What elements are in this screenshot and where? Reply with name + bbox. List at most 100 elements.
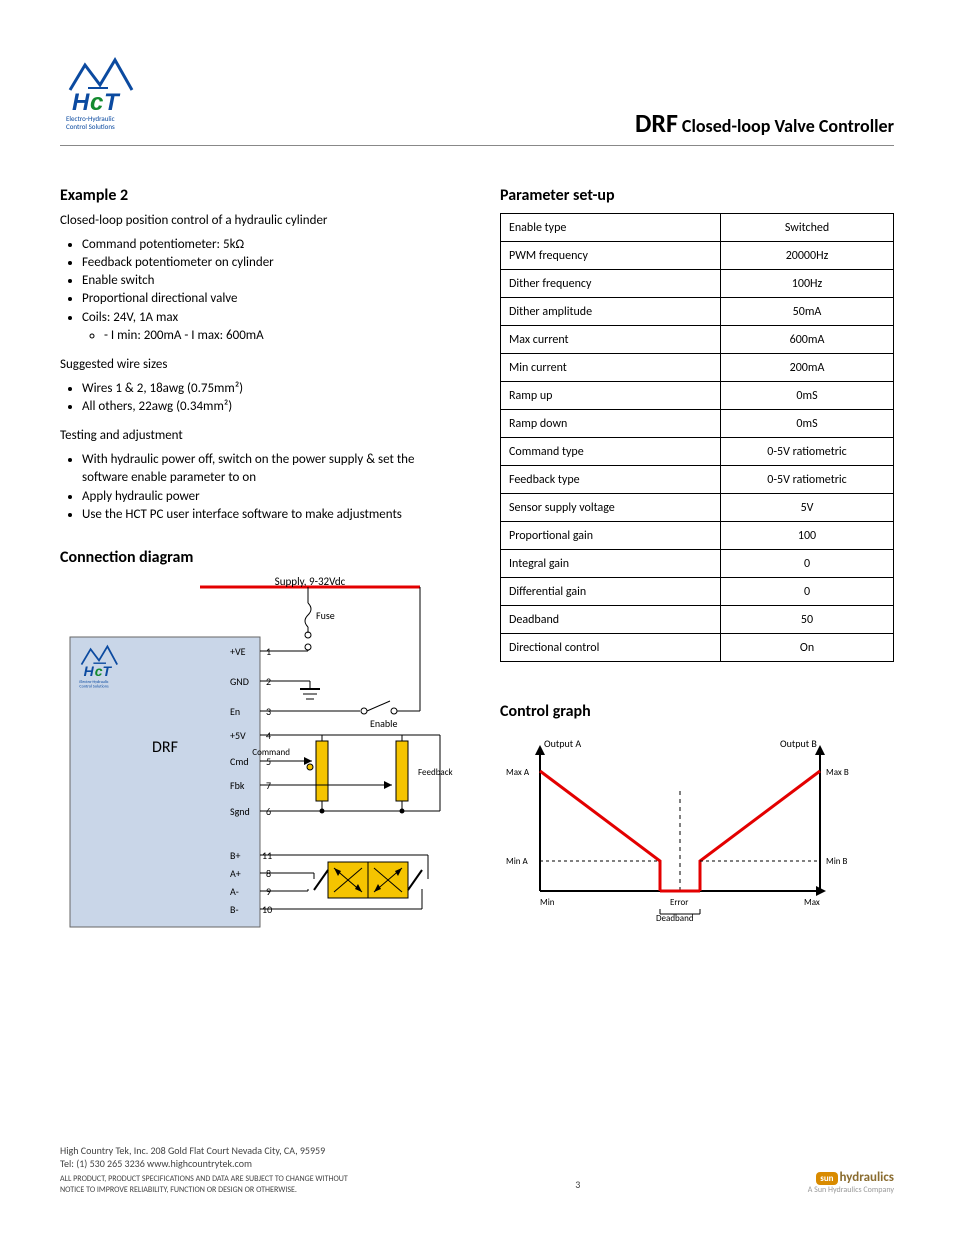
wire-sizes-title: Suggested wire sizes	[60, 357, 460, 374]
svg-text:Output B: Output B	[780, 737, 817, 750]
sun-logo: sunhydraulics A Sun Hydraulics Company	[808, 1170, 894, 1195]
table-row: PWM frequency20000Hz	[501, 242, 894, 270]
example2-list: Command potentiometer: 5kΩFeedback poten…	[60, 236, 460, 345]
logo-text: H	[72, 89, 90, 116]
svg-text:En: En	[230, 705, 240, 718]
table-cell: 50mA	[721, 298, 894, 326]
svg-text:+5V: +5V	[230, 729, 246, 742]
sun-text: hydraulics	[840, 1170, 894, 1185]
table-row: Min current200mA	[501, 354, 894, 382]
svg-text:B-: B-	[230, 903, 239, 916]
page-header: H c T Electro-Hydraulic Control Solution…	[60, 55, 894, 146]
table-cell: Min current	[501, 354, 721, 382]
table-cell: 0mS	[721, 382, 894, 410]
example2-title: Example 2	[60, 186, 460, 205]
svg-text:Min A: Min A	[506, 856, 529, 867]
table-row: Sensor supply voltage5V	[501, 494, 894, 522]
table-row: Command type0-5V ratiometric	[501, 438, 894, 466]
svg-text:DRF: DRF	[152, 738, 178, 757]
control-graph: Output A Output B Max A Min A Max B Min …	[500, 731, 894, 935]
svg-text:Enable: Enable	[370, 717, 397, 730]
testing-title: Testing and adjustment	[60, 428, 460, 445]
svg-text:Sgnd: Sgnd	[230, 805, 250, 818]
wire-list: Wires 1 & 2, 18awg (0.75mm²)All others, …	[60, 380, 460, 416]
table-row: Feedback type0-5V ratiometric	[501, 466, 894, 494]
hct-logo: H c T Electro-Hydraulic Control Solution…	[60, 55, 150, 139]
table-cell: Command type	[501, 438, 721, 466]
table-cell: Ramp down	[501, 410, 721, 438]
list-item: With hydraulic power off, switch on the …	[82, 451, 460, 487]
table-cell: On	[721, 634, 894, 662]
list-item: Command potentiometer: 5kΩ	[82, 236, 460, 254]
connection-title: Connection diagram	[60, 548, 460, 567]
sun-sub: A Sun Hydraulics Company	[808, 1185, 894, 1195]
svg-text:Feedback: Feedback	[418, 767, 453, 778]
table-row: Max current600mA	[501, 326, 894, 354]
params-table: Enable typeSwitchedPWM frequency20000HzD…	[500, 213, 894, 662]
svg-text:Cmd: Cmd	[230, 755, 249, 768]
svg-text:A-: A-	[230, 885, 239, 898]
table-row: Ramp up0mS	[501, 382, 894, 410]
table-cell: PWM frequency	[501, 242, 721, 270]
table-cell: Directional control	[501, 634, 721, 662]
svg-text:A+: A+	[230, 867, 241, 880]
svg-text:Max B: Max B	[826, 767, 849, 778]
svg-text:Fuse: Fuse	[316, 609, 335, 622]
table-cell: 0	[721, 578, 894, 606]
graph-title: Control graph	[500, 702, 894, 721]
table-cell: 20000Hz	[721, 242, 894, 270]
svg-text:c: c	[90, 89, 103, 116]
table-cell: 600mA	[721, 326, 894, 354]
sun-icon: sun	[816, 1172, 837, 1185]
svg-text:Max: Max	[804, 897, 820, 908]
svg-text:T: T	[104, 89, 121, 116]
svg-text:Output A: Output A	[544, 737, 581, 750]
title-product: DRF	[635, 107, 678, 139]
table-row: Deadband50	[501, 606, 894, 634]
svg-text:Fbk: Fbk	[230, 779, 245, 792]
table-cell: Proportional gain	[501, 522, 721, 550]
table-cell: 0-5V ratiometric	[721, 438, 894, 466]
svg-text:T: T	[103, 663, 113, 679]
list-item: Enable switch	[82, 272, 460, 290]
svg-text:Min: Min	[540, 897, 555, 908]
svg-text:Error: Error	[670, 897, 688, 908]
table-cell: Dither amplitude	[501, 298, 721, 326]
table-row: Directional controlOn	[501, 634, 894, 662]
table-cell: Max current	[501, 326, 721, 354]
table-row: Ramp down0mS	[501, 410, 894, 438]
table-cell: 5V	[721, 494, 894, 522]
svg-text:Max A: Max A	[506, 767, 530, 778]
connection-diagram: Supply, 9-32Vdc H c T Electro-Hydraulic …	[60, 577, 460, 941]
svg-text:Supply, 9-32Vdc: Supply, 9-32Vdc	[275, 577, 346, 588]
table-cell: 0mS	[721, 410, 894, 438]
svg-text:H: H	[84, 663, 95, 679]
table-cell: Sensor supply voltage	[501, 494, 721, 522]
params-title: Parameter set-up	[500, 186, 894, 205]
table-cell: Differential gain	[501, 578, 721, 606]
svg-text:Min B: Min B	[826, 856, 848, 867]
page-title: DRFClosed-loop Valve Controller	[635, 107, 894, 139]
footer-addr-line2: Tel: (1) 530 265 3236 www.highcountrytek…	[60, 1157, 348, 1170]
table-cell: Ramp up	[501, 382, 721, 410]
example2-desc: Closed-loop position control of a hydrau…	[60, 213, 460, 230]
footer-address: High Country Tek, Inc. 208 Gold Flat Cou…	[60, 1144, 348, 1195]
svg-text:B+: B+	[230, 849, 240, 862]
svg-text:Deadband: Deadband	[656, 913, 694, 924]
svg-text:Control Solutions: Control Solutions	[79, 685, 109, 690]
table-cell: 50	[721, 606, 894, 634]
testing-list: With hydraulic power off, switch on the …	[60, 451, 460, 524]
list-item: - I min: 200mA - I max: 600mA	[104, 327, 460, 345]
table-cell: 100Hz	[721, 270, 894, 298]
svg-text:Command: Command	[252, 747, 290, 758]
title-desc: Closed-loop Valve Controller	[682, 115, 894, 137]
table-row: Dither amplitude50mA	[501, 298, 894, 326]
svg-text:c: c	[95, 663, 103, 679]
table-row: Proportional gain100	[501, 522, 894, 550]
table-cell: Dither frequency	[501, 270, 721, 298]
footer-addr-line1: High Country Tek, Inc. 208 Gold Flat Cou…	[60, 1144, 348, 1157]
list-item: Apply hydraulic power	[82, 488, 460, 506]
table-cell: 100	[721, 522, 894, 550]
table-cell: 0	[721, 550, 894, 578]
table-cell: Enable type	[501, 214, 721, 242]
